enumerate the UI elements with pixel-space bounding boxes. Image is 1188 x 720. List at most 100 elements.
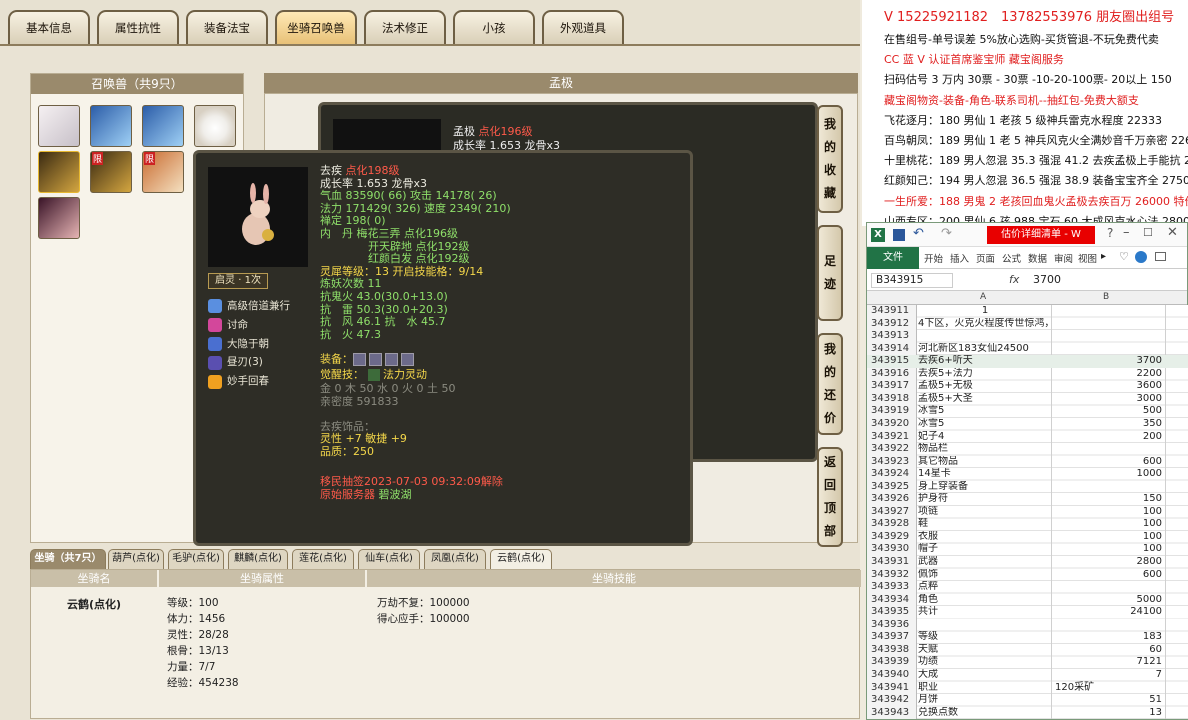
mount-tab-active[interactable]: 云鹤(点化): [490, 549, 552, 569]
table-row[interactable]: 343939 功绩 7121: [867, 656, 1188, 669]
formula-input[interactable]: 3700: [1033, 273, 1061, 286]
table-row[interactable]: 343936: [867, 619, 1188, 632]
table-row[interactable]: 343928 鞋 100: [867, 518, 1188, 531]
table-row[interactable]: 343926 护身符 150: [867, 493, 1188, 506]
tab-attributes[interactable]: 属性抗性: [97, 10, 179, 44]
cell-b[interactable]: 7: [1052, 669, 1162, 682]
cell-a[interactable]: 武器: [918, 556, 1052, 569]
cell-a[interactable]: 职业: [918, 682, 1052, 695]
skill-item[interactable]: 讨命: [208, 316, 318, 335]
cell-b[interactable]: 1000: [1052, 468, 1162, 481]
cell-b[interactable]: 100: [1052, 518, 1162, 531]
favorite-icon[interactable]: ♡: [1119, 250, 1129, 263]
cell-b[interactable]: 2800: [1052, 556, 1162, 569]
cell-b[interactable]: 350: [1052, 418, 1162, 431]
table-row[interactable]: 343925 身上穿装备: [867, 481, 1188, 494]
cell-a[interactable]: 物品栏: [918, 443, 1052, 456]
cell-a[interactable]: 冰雪5: [918, 405, 1052, 418]
cell-a[interactable]: 孟极5+大圣: [918, 393, 1052, 406]
pet-avatar[interactable]: [194, 105, 236, 147]
table-row[interactable]: 343930 帽子 100: [867, 543, 1188, 556]
pet-avatar[interactable]: [38, 105, 80, 147]
table-row[interactable]: 343918 孟极5+大圣 3000: [867, 393, 1188, 406]
ribbon-tab[interactable]: 公式: [1002, 251, 1021, 265]
ribbon-tab[interactable]: 插入: [950, 251, 969, 265]
table-row[interactable]: 343935 共计 24100: [867, 606, 1188, 619]
table-row[interactable]: 343916 去疾5+法力 2200: [867, 368, 1188, 381]
cell-b[interactable]: 1: [918, 305, 1052, 318]
mount-tab-all[interactable]: 坐骑（共7只）: [30, 549, 106, 569]
help-circle-icon[interactable]: [1135, 251, 1147, 263]
cell-a[interactable]: 功绩: [918, 656, 1052, 669]
mount-tab[interactable]: 莲花(点化): [292, 549, 354, 569]
equip-slot-icon[interactable]: [369, 353, 382, 367]
table-row[interactable]: 343920 冰雪5 350: [867, 418, 1188, 431]
cell-a[interactable]: 帽子: [918, 543, 1052, 556]
table-row[interactable]: 343938 天赋 60: [867, 644, 1188, 657]
name-box[interactable]: B343915: [871, 273, 953, 288]
cell-b[interactable]: 150: [1052, 493, 1162, 506]
cell-b[interactable]: 5000: [1052, 594, 1162, 607]
table-row[interactable]: 343919 冰雪5 500: [867, 405, 1188, 418]
table-row[interactable]: 343921 妃子4 200: [867, 431, 1188, 444]
column-header[interactable]: A: [980, 292, 986, 302]
table-row[interactable]: 343922 物品栏: [867, 443, 1188, 456]
tab-child[interactable]: 小孩: [453, 10, 535, 44]
cell-a[interactable]: 兑换点数: [918, 707, 1052, 719]
cell-b[interactable]: 2200: [1052, 368, 1162, 381]
cell-a[interactable]: 孟极5+无极: [918, 380, 1052, 393]
cell-b[interactable]: 100: [1052, 531, 1162, 544]
cell-a[interactable]: 月饼: [918, 694, 1052, 707]
skill-item[interactable]: 高级倍道兼行: [208, 297, 318, 316]
table-row[interactable]: 343943 兑换点数 13: [867, 707, 1188, 719]
cell-b[interactable]: 13: [1052, 707, 1162, 719]
ribbon-tab[interactable]: 视图: [1078, 251, 1097, 265]
mount-tab[interactable]: 麒麟(点化): [228, 549, 288, 569]
help-icon[interactable]: ?: [1107, 226, 1113, 240]
cell-a[interactable]: 身上穿装备: [918, 481, 1052, 494]
cell-b[interactable]: 120采矿: [1055, 682, 1094, 695]
pet-avatar[interactable]: [38, 197, 80, 239]
cell-a[interactable]: 项链: [918, 506, 1052, 519]
cell-a[interactable]: 护身符: [918, 493, 1052, 506]
cell-b[interactable]: 100: [1052, 543, 1162, 556]
ribbon-more-icon[interactable]: ▸: [1101, 251, 1106, 262]
table-row[interactable]: 343941 职业 120采矿: [867, 682, 1188, 695]
save-icon[interactable]: [893, 229, 905, 241]
tab-equipment[interactable]: 装备法宝: [186, 10, 268, 44]
cell-a[interactable]: 等级: [918, 631, 1052, 644]
table-row[interactable]: 343924 14星卡 1000: [867, 468, 1188, 481]
cell-b[interactable]: 60: [1052, 644, 1162, 657]
mount-tab[interactable]: 毛驴(点化): [168, 549, 224, 569]
cell-a[interactable]: 共计: [918, 606, 1052, 619]
cell-a[interactable]: 4下区，火克火程度传世惊鸿，装备宝宝齐全: [918, 318, 1052, 331]
history-button[interactable]: 足迹: [817, 225, 843, 321]
table-row[interactable]: 343942 月饼 51: [867, 694, 1188, 707]
cell-b[interactable]: 600: [1052, 569, 1162, 582]
my-offers-button[interactable]: 我的还价: [817, 333, 843, 435]
ribbon-tab[interactable]: 数据: [1028, 251, 1047, 265]
cell-a[interactable]: 点粹: [918, 581, 1052, 594]
equip-slot-icon[interactable]: [401, 353, 414, 367]
cell-a[interactable]: 去疾5+法力: [918, 368, 1052, 381]
table-row[interactable]: 343932 佩饰 600: [867, 569, 1188, 582]
column-header[interactable]: B: [1103, 292, 1109, 302]
cell-b[interactable]: 24100: [1052, 606, 1162, 619]
table-row[interactable]: 343912 4下区，火克火程度传世惊鸿，装备宝宝齐全: [867, 318, 1188, 331]
cell-b[interactable]: 3000: [1052, 393, 1162, 406]
pet-avatar[interactable]: [90, 105, 132, 147]
maximize-icon[interactable]: ☐: [1143, 226, 1153, 239]
tab-mount-summon[interactable]: 坐骑召唤兽: [275, 10, 357, 44]
cell-b[interactable]: 200: [1052, 431, 1162, 444]
mount-tab[interactable]: 凤凰(点化): [424, 549, 486, 569]
table-row[interactable]: 343933 点粹: [867, 581, 1188, 594]
close-icon[interactable]: ✕: [1167, 225, 1178, 240]
cell-a[interactable]: 冰雪5: [918, 418, 1052, 431]
skill-item[interactable]: 妙手回春: [208, 372, 318, 391]
mount-tab[interactable]: 仙车(点化): [358, 549, 420, 569]
cell-a[interactable]: 角色: [918, 594, 1052, 607]
table-row[interactable]: 343911 1: [867, 305, 1188, 318]
table-row[interactable]: 343923 其它物品 600: [867, 456, 1188, 469]
ribbon-settings-icon[interactable]: [1155, 252, 1166, 261]
table-row[interactable]: 343913: [867, 330, 1188, 343]
